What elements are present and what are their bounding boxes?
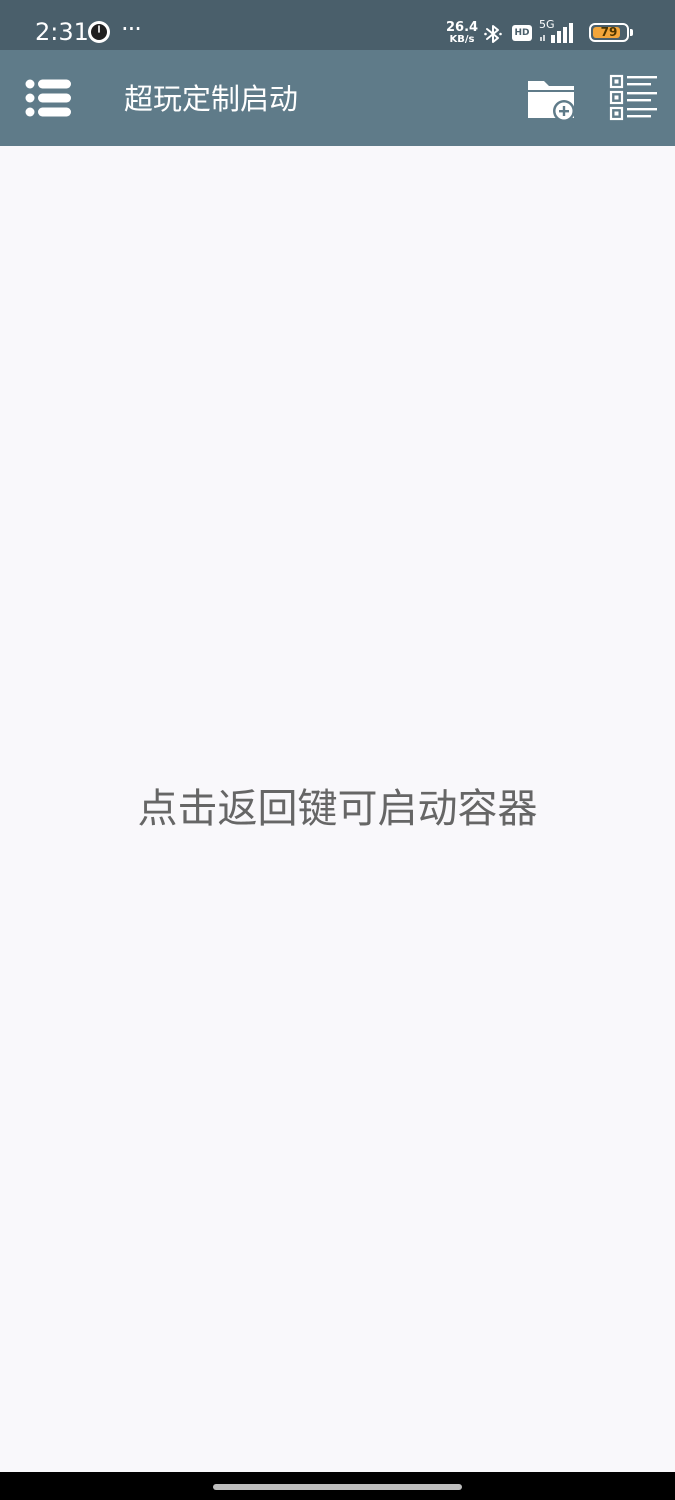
network-speed-value: 26.4 — [446, 20, 479, 35]
navigation-bar — [0, 1472, 675, 1500]
home-indicator[interactable] — [213, 1484, 462, 1490]
battery-level: 79 — [600, 25, 618, 39]
network-speed: 26.4 KB/s — [446, 20, 479, 46]
new-folder-button[interactable] — [523, 74, 579, 124]
app-title: 超玩定制启动 — [124, 82, 299, 116]
status-time: 2:31 — [35, 18, 89, 46]
more-notifications: ··· — [121, 15, 142, 43]
new-folder-icon — [528, 81, 575, 122]
menu-icon — [25, 79, 71, 117]
main-content: 点击返回键可启动容器 — [0, 146, 675, 1472]
list-view-button[interactable] — [605, 72, 661, 124]
empty-state-hint: 点击返回键可启动容器 — [137, 786, 538, 832]
app-bar: 超玩定制启动 — [0, 50, 675, 146]
bluetooth-icon — [484, 25, 502, 43]
network-speed-unit: KB/s — [449, 34, 475, 45]
hd-badge: HD — [512, 25, 532, 41]
menu-button[interactable] — [20, 74, 76, 122]
signal-icon: 5G — [539, 19, 583, 45]
status-bar: 2:31 ··· 26.4 KB/s HD 5G 79 — [0, 0, 675, 50]
battery-icon: 79 — [589, 23, 633, 42]
list-view-icon — [609, 74, 657, 121]
clock-icon — [88, 21, 110, 43]
